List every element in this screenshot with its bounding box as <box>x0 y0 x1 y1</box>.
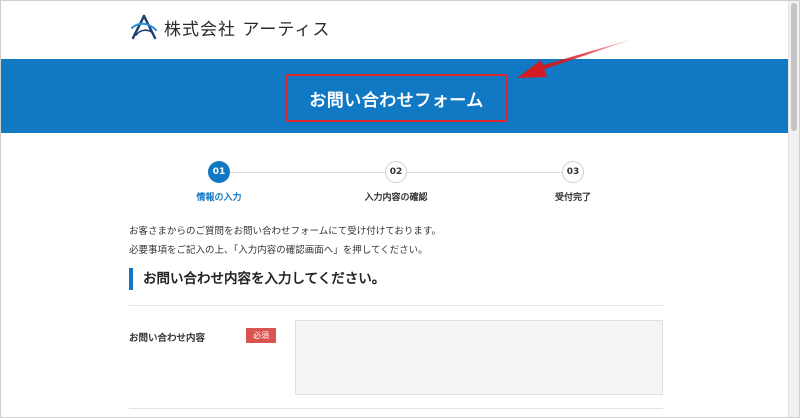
form-row-divider <box>129 408 663 409</box>
intro-text: お客さまからのご質問をお問い合わせフォームにて受け付けております。 必要事項をご… <box>129 222 441 260</box>
company-name: 株式会社 アーティス <box>164 19 331 40</box>
page-title: お問い合わせフォーム <box>309 90 484 111</box>
artis-logo-icon <box>131 14 157 40</box>
step-1-circle: 01 <box>208 161 230 183</box>
step-3-circle: 03 <box>562 161 584 183</box>
step-1-label: 情報の入力 <box>196 193 242 203</box>
title-highlight-box: お問い合わせフォーム <box>285 74 508 122</box>
inquiry-label: お問い合わせ内容 <box>129 333 206 344</box>
required-badge: 必須 <box>246 328 276 343</box>
step-confirm: 02 入力内容の確認 <box>336 161 456 203</box>
step-input: 01 情報の入力 <box>159 161 279 203</box>
scrollbar-thumb[interactable] <box>791 3 797 131</box>
intro-line-2: 必要事項をご記入の上、「入力内容の確認画面へ」を押してください。 <box>129 245 428 256</box>
scrollbar[interactable] <box>788 1 799 417</box>
intro-line-1: お客さまからのご質問をお問い合わせフォームにて受け付けております。 <box>129 226 441 237</box>
red-arrow-annotation <box>517 37 639 78</box>
step-2-label: 入力内容の確認 <box>364 193 428 203</box>
inquiry-textarea[interactable] <box>295 320 663 395</box>
section-divider <box>129 305 663 306</box>
step-complete: 03 受付完了 <box>513 161 633 203</box>
step-2-circle: 02 <box>385 161 407 183</box>
step-3-label: 受付完了 <box>554 193 591 203</box>
company-logo[interactable]: 株式会社 アーティス <box>130 14 330 40</box>
browser-viewport: 株式会社 アーティス お問い合わせフォーム 01 情報の入力 02 入力内容の確… <box>0 0 800 418</box>
section-heading: お問い合わせ内容を入力してください。 <box>129 268 385 290</box>
site-header: 株式会社 アーティス <box>1 1 789 59</box>
